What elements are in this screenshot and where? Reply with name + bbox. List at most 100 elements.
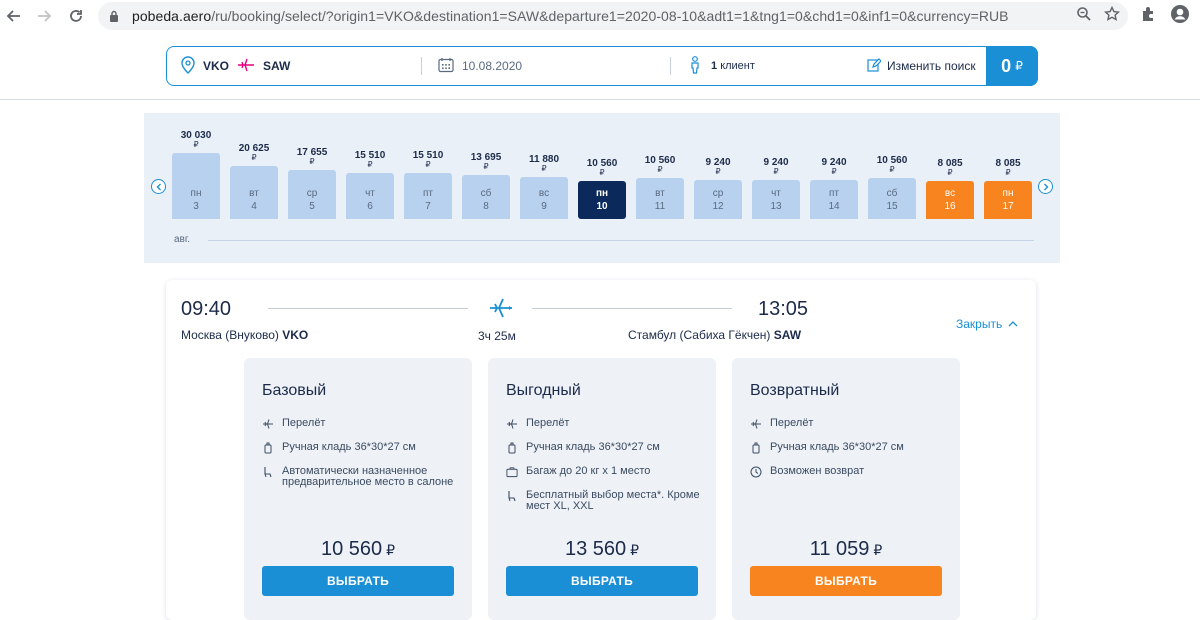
calendar-day-number: 10 — [596, 201, 608, 212]
calendar-price-label: 15 510 ₽ — [404, 151, 452, 169]
calendar-price-label: 8 085 ₽ — [926, 159, 974, 177]
calendar-day-number: 7 — [425, 201, 431, 212]
calendar-day-label: вс 9 — [520, 187, 568, 213]
calendar-price-label: 11 880 ₽ — [520, 155, 568, 173]
extensions-puzzle-icon[interactable] — [1140, 6, 1156, 27]
calendar-day-12[interactable]: 9 240 ₽ ср 12 — [694, 146, 742, 219]
calendar-day-label: пн 10 — [578, 187, 626, 213]
calendar-day-label: сб 8 — [462, 187, 510, 213]
bookmark-star-icon[interactable] — [1103, 5, 1121, 27]
calendar-day-label: ср 5 — [288, 187, 336, 213]
calendar-weekday: чт — [365, 188, 375, 199]
calendar-day-number: 17 — [1002, 201, 1014, 212]
profile-avatar-icon[interactable] — [1170, 4, 1190, 29]
calendar-day-4[interactable]: 20 625 ₽ вт 4 — [230, 132, 278, 219]
tariff-feature-text: Ручная кладь 36*30*27 см — [770, 441, 904, 453]
arrival-time: 13:05 — [758, 298, 809, 320]
calendar-day-label: ср 12 — [694, 187, 742, 213]
calendar-day-10[interactable]: 10 560 ₽ пн 10 — [578, 147, 626, 219]
tariff-feature-text: Автоматически назначенное предварительно… — [282, 465, 454, 488]
calendar-day-11[interactable]: 10 560 ₽ вт 11 — [636, 144, 684, 219]
tariff-price: 11 059 ₽ — [732, 538, 960, 561]
plane-icon — [506, 418, 518, 430]
calendar-weekday: пн — [190, 188, 202, 199]
calendar-day-16[interactable]: 8 085 ₽ вс 16 — [926, 147, 974, 219]
tariff-feature-text: Перелёт — [282, 417, 326, 429]
tariff-feature: Бесплатный выбор места*. Кроме мест XL, … — [506, 490, 706, 512]
calendar-day-13[interactable]: 9 240 ₽ чт 13 — [752, 146, 800, 219]
tariff-feature: Перелёт — [506, 418, 706, 430]
tariff-feature-text: Ручная кладь 36*30*27 см — [282, 441, 416, 453]
calendar-day-14[interactable]: 9 240 ₽ пт 14 — [810, 146, 858, 219]
pencil-icon — [867, 57, 882, 75]
tariff-price-value: 11 059 — [809, 538, 870, 560]
calendar-weekday: вт — [249, 188, 259, 199]
calendar-day-label: чт 13 — [752, 187, 800, 213]
back-icon[interactable] — [0, 2, 28, 30]
route-segment[interactable]: VKO SAW — [167, 47, 421, 85]
calendar-weekday: вт — [655, 188, 665, 199]
calendar-day-label: вт 4 — [230, 187, 278, 213]
calendar-day-currency: ₽ — [367, 160, 373, 169]
calendar-day-3[interactable]: 30 030 ₽ пн 3 — [172, 119, 220, 219]
calendar-day-number: 9 — [541, 201, 547, 212]
calendar-day-8[interactable]: 13 695 ₽ сб 8 — [462, 141, 510, 219]
calendar-weekday: вс — [944, 188, 956, 199]
tariff-price: 13 560 ₽ — [488, 538, 716, 561]
calendar-day-5[interactable]: 17 655 ₽ ср 5 — [288, 136, 336, 219]
tariff-price-currency: ₽ — [873, 542, 883, 558]
total-price-button[interactable]: 0 ₽ — [986, 46, 1038, 86]
plane-icon — [750, 418, 762, 430]
select-tariff-button[interactable]: ВЫБРАТЬ — [750, 566, 942, 596]
calendar-weekday: пт — [829, 188, 839, 199]
calendar-day-label: сб 15 — [868, 187, 916, 213]
calendar-price-label: 9 240 ₽ — [752, 158, 800, 176]
departure-time: 09:40 — [181, 298, 232, 320]
calendar-day-number: 5 — [309, 201, 315, 212]
tariff-feature-text: Возможен возврат — [770, 465, 865, 477]
calendar-day-17[interactable]: 8 085 ₽ пн 17 — [984, 147, 1032, 219]
clock-icon — [750, 466, 762, 478]
zoom-icon[interactable] — [1076, 6, 1092, 27]
calendar-day-number: 15 — [886, 201, 898, 212]
edit-search-button[interactable]: Изменить поиск — [867, 47, 991, 85]
date-segment[interactable]: 10.08.2020 — [422, 47, 670, 85]
hand-luggage-icon — [262, 442, 274, 454]
tariff-name: Возвратный — [750, 382, 840, 399]
calendar-day-currency: ₽ — [831, 167, 837, 176]
passengers-segment[interactable]: 1 клиент — [671, 47, 867, 85]
route-line — [532, 308, 732, 309]
calendar-weekday: вс — [538, 188, 550, 199]
calendar-prev-arrow-icon[interactable] — [151, 179, 166, 194]
close-tariffs-link[interactable]: Закрыть — [956, 317, 1018, 331]
calendar-next-arrow-icon[interactable] — [1038, 179, 1053, 194]
calendar-day-label: вт 11 — [636, 187, 684, 213]
address-bar[interactable]: pobeda.aero/ru/booking/select/?origin1=V… — [98, 2, 1128, 30]
reload-icon[interactable] — [62, 2, 90, 30]
calendar-day-15[interactable]: 10 560 ₽ сб 15 — [868, 144, 916, 219]
calendar-day-number: 13 — [770, 201, 782, 212]
select-tariff-button[interactable]: ВЫБРАТЬ — [262, 566, 454, 596]
calendar-day-number: 8 — [483, 201, 489, 212]
tariff-price-value: 13 560 — [564, 538, 627, 560]
person-icon — [689, 55, 701, 77]
calendar-day-9[interactable]: 11 880 ₽ вс 9 — [520, 143, 568, 219]
forward-icon[interactable] — [30, 2, 58, 30]
calendar-price-label: 30 030 ₽ — [172, 131, 220, 149]
select-tariff-button[interactable]: ВЫБРАТЬ — [506, 566, 698, 596]
tariff-feature-text: Багаж до 20 кг х 1 место — [526, 465, 651, 477]
calendar-price-label: 10 560 ₽ — [868, 156, 916, 174]
calendar-day-6[interactable]: 15 510 ₽ чт 6 — [346, 139, 394, 219]
tariff-feature: Ручная кладь 36*30*27 см — [262, 442, 462, 454]
client-count: 1 — [711, 60, 718, 72]
tariff-name: Базовый — [262, 382, 327, 399]
location-pin-icon — [181, 55, 195, 77]
calendar-day-number: 14 — [828, 201, 840, 212]
calendar-weekday: пт — [423, 188, 433, 199]
calendar-day-7[interactable]: 15 510 ₽ пт 7 — [404, 139, 452, 219]
calendar-weekday: сб — [886, 188, 898, 199]
tariff-card: Возвратный Перелёт Ручная кладь 36*30*27 с… — [732, 358, 960, 620]
tariff-feature: Перелёт — [750, 418, 950, 430]
calendar-price-label: 10 560 ₽ — [636, 156, 684, 174]
calendar-day-number: 3 — [193, 201, 199, 212]
